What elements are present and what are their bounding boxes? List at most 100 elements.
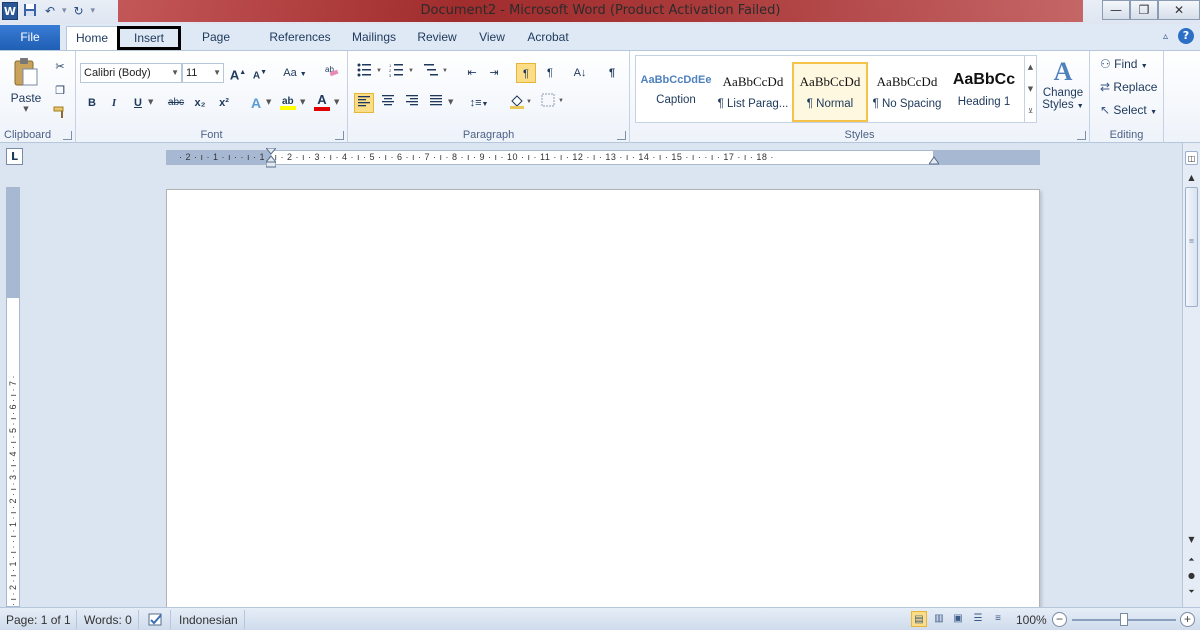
- right-indent-marker-icon[interactable]: [928, 155, 940, 165]
- underline-dropdown-icon[interactable]: ▼: [148, 98, 153, 106]
- save-icon[interactable]: [22, 3, 38, 19]
- document-page[interactable]: [166, 189, 1040, 609]
- page-count[interactable]: Page: 1 of 1: [6, 612, 71, 628]
- replace-button[interactable]: ⇄ Replace: [1100, 80, 1157, 94]
- ltr-direction-icon[interactable]: ¶: [516, 63, 536, 83]
- tab-acrobat[interactable]: Acrobat: [522, 26, 574, 50]
- word-count[interactable]: Words: 0: [84, 612, 132, 628]
- full-screen-reading-view-icon[interactable]: ▥: [931, 611, 947, 627]
- undo-dropdown-icon[interactable]: ▾: [62, 6, 67, 16]
- proofing-icon[interactable]: [147, 612, 165, 628]
- clipboard-launcher-icon[interactable]: [63, 131, 72, 140]
- increase-indent-icon[interactable]: ⇥: [484, 63, 504, 83]
- previous-page-icon[interactable]: ⏶: [1185, 553, 1198, 567]
- find-button[interactable]: ⚇ Find ▼: [1100, 57, 1148, 71]
- scroll-thumb[interactable]: ≡: [1185, 187, 1198, 307]
- gallery-more-icon[interactable]: ⊻: [1025, 100, 1036, 122]
- tab-page-layout[interactable]: Page Layout: [183, 26, 249, 66]
- line-spacing-icon[interactable]: ↕≡▼: [466, 93, 492, 113]
- paste-button[interactable]: Paste ▼: [6, 55, 46, 121]
- font-color-button[interactable]: A: [312, 93, 332, 113]
- numbering-icon[interactable]: 1 2 3 ▼: [388, 63, 416, 83]
- customize-qat-icon[interactable]: ▾: [91, 6, 96, 16]
- underline-button[interactable]: U: [128, 93, 148, 113]
- shrink-font-button[interactable]: A▼: [250, 63, 270, 83]
- align-right-icon[interactable]: [402, 93, 422, 113]
- rtl-direction-icon[interactable]: ¶: [540, 63, 560, 83]
- help-icon[interactable]: ?: [1178, 28, 1194, 44]
- outline-view-icon[interactable]: ☰: [970, 611, 986, 627]
- gallery-up-icon[interactable]: ▲: [1025, 56, 1036, 78]
- font-size-dropdown[interactable]: 11 ▼: [182, 63, 224, 83]
- word-app-icon[interactable]: W: [2, 2, 18, 20]
- multilevel-list-icon[interactable]: ▼: [422, 63, 450, 83]
- tab-insert[interactable]: Insert: [117, 26, 181, 50]
- justify-icon[interactable]: [426, 93, 446, 113]
- scroll-down-icon[interactable]: ▼: [1185, 533, 1198, 547]
- tab-mailings[interactable]: Mailings: [346, 26, 402, 50]
- language-indicator[interactable]: Indonesian: [179, 612, 238, 628]
- highlight-color-icon[interactable]: ab: [278, 93, 298, 113]
- subscript-button[interactable]: x₂: [190, 93, 210, 113]
- indent-marker-icon[interactable]: [264, 147, 278, 168]
- horizontal-ruler[interactable]: · 2 · ı · 1 · ı · · ı · 1 · ı · 2 · ı · …: [166, 147, 1040, 168]
- text-effects-dropdown-icon[interactable]: ▼: [266, 98, 271, 106]
- vertical-scrollbar[interactable]: ◫ ▲ ≡ ▼ ⏶ ● ⏷: [1182, 143, 1200, 607]
- style-no-spacing[interactable]: AaBbCcDd ¶ No Spacing: [869, 62, 945, 122]
- tab-review[interactable]: Review: [413, 26, 461, 50]
- align-center-icon[interactable]: [378, 93, 398, 113]
- align-left-icon[interactable]: [354, 93, 374, 113]
- style-list-paragraph[interactable]: AaBbCcDd ¶ List Parag...: [715, 62, 791, 122]
- superscript-button[interactable]: x²: [214, 93, 234, 113]
- decrease-indent-icon[interactable]: ⇤: [462, 63, 482, 83]
- font-color-dropdown-icon[interactable]: ▼: [334, 98, 339, 106]
- style-normal[interactable]: AaBbCcDd ¶ Normal: [792, 62, 868, 122]
- zoom-in-icon[interactable]: +: [1180, 612, 1195, 627]
- copy-icon[interactable]: ❐: [50, 81, 70, 101]
- tab-references[interactable]: References: [264, 26, 336, 50]
- bold-button[interactable]: B: [82, 93, 102, 113]
- styles-launcher-icon[interactable]: [1077, 131, 1086, 140]
- clear-formatting-icon[interactable]: ab: [322, 63, 342, 83]
- browse-object-icon[interactable]: ●: [1185, 569, 1198, 583]
- font-name-dropdown[interactable]: Calibri (Body) ▼: [80, 63, 182, 83]
- tab-view[interactable]: View: [474, 26, 510, 50]
- change-styles-button[interactable]: A Change Styles ▼: [1040, 57, 1086, 127]
- style-caption[interactable]: AaBbCcDdEe Caption: [638, 62, 714, 122]
- minimize-ribbon-icon[interactable]: ▵: [1163, 31, 1168, 42]
- paragraph-launcher-icon[interactable]: [617, 131, 626, 140]
- tab-home[interactable]: Home: [66, 26, 118, 50]
- redo-icon[interactable]: ↻: [71, 3, 87, 19]
- vertical-ruler[interactable]: · ı · 2 · ı · 1 · ı · · ı · 1 · ı · 2 · …: [6, 187, 20, 607]
- grow-font-button[interactable]: A▲: [228, 63, 248, 83]
- justify-dropdown-icon[interactable]: ▼: [448, 98, 453, 106]
- gallery-down-icon[interactable]: ▼: [1025, 78, 1036, 100]
- tab-selector-button[interactable]: L: [6, 148, 23, 165]
- minimize-button[interactable]: —: [1102, 0, 1130, 20]
- italic-button[interactable]: I: [104, 93, 124, 113]
- print-layout-view-icon[interactable]: ▤: [911, 611, 927, 627]
- font-launcher-icon[interactable]: [335, 131, 344, 140]
- strikethrough-button[interactable]: abc: [164, 93, 188, 113]
- bullets-icon[interactable]: ▼: [356, 63, 384, 83]
- close-button[interactable]: ✕: [1158, 0, 1200, 20]
- zoom-slider-thumb[interactable]: [1120, 613, 1128, 626]
- format-painter-icon[interactable]: [50, 105, 70, 125]
- show-formatting-icon[interactable]: ¶: [602, 63, 622, 83]
- text-effects-icon[interactable]: A: [246, 93, 266, 113]
- highlight-dropdown-icon[interactable]: ▼: [300, 98, 305, 106]
- zoom-out-icon[interactable]: −: [1052, 612, 1067, 627]
- next-page-icon[interactable]: ⏷: [1185, 585, 1198, 599]
- cut-icon[interactable]: ✂: [50, 57, 70, 77]
- web-layout-view-icon[interactable]: ▣: [950, 611, 966, 627]
- borders-icon[interactable]: ▼: [540, 93, 566, 113]
- style-heading-1[interactable]: AaBbCc Heading 1: [946, 62, 1022, 122]
- undo-icon[interactable]: ↶: [42, 3, 58, 19]
- restore-button[interactable]: ❐: [1130, 0, 1158, 20]
- sort-icon[interactable]: A↓: [570, 63, 590, 83]
- shading-icon[interactable]: ▼: [508, 93, 534, 113]
- ruler-toggle-icon[interactable]: ◫: [1185, 151, 1198, 165]
- select-button[interactable]: ↖ Select ▼: [1100, 103, 1157, 117]
- tab-file[interactable]: File: [0, 25, 60, 50]
- scroll-up-icon[interactable]: ▲: [1185, 171, 1198, 185]
